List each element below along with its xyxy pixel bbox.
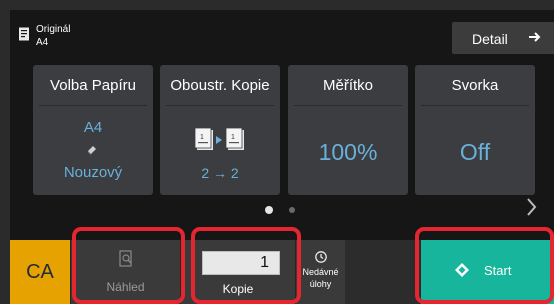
detail-label: Detail	[472, 31, 508, 47]
original-label: Originál	[36, 24, 71, 35]
preview-button[interactable]: Náhled	[70, 240, 180, 304]
zoom-value: 100%	[318, 139, 378, 165]
staple-card[interactable]: Svorka Off	[415, 65, 535, 195]
card-title: Svorka	[451, 77, 499, 94]
recent-jobs-label-line1: Nedávné	[302, 267, 339, 277]
card-title: Oboustr. Kopie	[170, 77, 270, 94]
start-button[interactable]: Start	[421, 240, 554, 304]
duplex-mode-value: 2 → 2	[201, 165, 239, 181]
arrow-right-icon	[529, 32, 541, 42]
duplex-icon: 1 1	[194, 127, 244, 150]
history-icon	[315, 251, 327, 263]
paper-tray-icon	[88, 146, 96, 155]
bottom-bar-spacer	[345, 240, 421, 304]
page-indicator-active[interactable]	[265, 206, 273, 214]
paper-select-card[interactable]: Volba Papíru A4 Nouzový	[33, 65, 153, 195]
copies-label: Kopie	[222, 282, 254, 296]
card-title: Měřítko	[322, 77, 373, 94]
zoom-card[interactable]: Měřítko 100%	[288, 65, 408, 195]
start-diamond-icon	[455, 263, 469, 277]
copies-count-field[interactable]: 1	[202, 251, 280, 275]
recent-jobs-label-line2: úlohy	[309, 279, 332, 289]
original-size: A4	[36, 37, 49, 48]
start-label: Start	[484, 263, 512, 278]
page-indicator-inactive[interactable]	[289, 207, 295, 213]
svg-text:1: 1	[231, 134, 235, 141]
detail-button[interactable]: Detail	[452, 22, 554, 54]
card-title: Volba Papíru	[50, 77, 136, 94]
duplex-card[interactable]: Oboustr. Kopie 1 1 2 → 2	[160, 65, 280, 195]
preview-icon	[119, 250, 132, 267]
preview-label: Náhled	[106, 280, 145, 294]
recent-jobs-button[interactable]: Nedávné úlohy	[295, 240, 345, 304]
divider	[294, 105, 402, 106]
document-icon	[19, 27, 29, 41]
copy-screen: Originál A4 Detail Volba Papíru A4 Nouzo…	[10, 10, 554, 304]
paper-mode-value: Nouzový	[63, 164, 123, 181]
svg-text:1: 1	[200, 134, 204, 141]
staple-value: Off	[459, 139, 491, 165]
copies-control[interactable]: 1 Kopie	[180, 240, 295, 304]
paper-size-value: A4	[83, 119, 103, 136]
divider	[39, 105, 147, 106]
divider	[166, 105, 274, 106]
clear-all-button[interactable]: CA	[10, 240, 70, 304]
divider	[421, 105, 529, 106]
chevron-right-icon[interactable]	[524, 196, 538, 218]
